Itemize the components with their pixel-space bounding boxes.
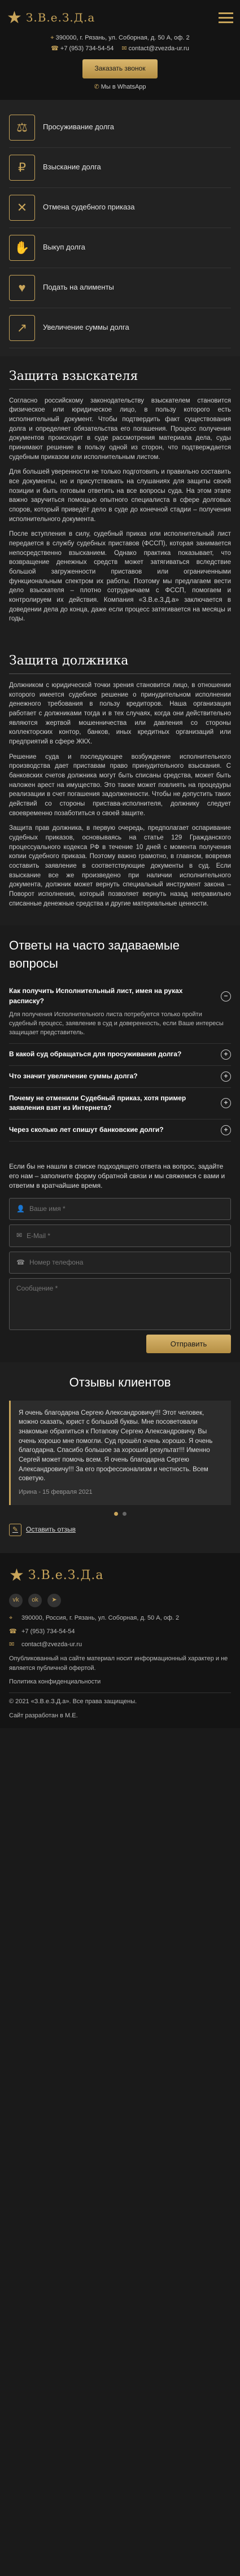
leave-review-link[interactable]: ✎ Оставить отзыв xyxy=(9,1524,231,1537)
creditor-title: Защита взыскателя xyxy=(9,368,231,390)
site-logo[interactable]: ★ З.В.е.З.Д.а xyxy=(7,6,95,30)
email-input[interactable] xyxy=(27,1231,224,1240)
faq-answer: Для получения Исполнительного листа потр… xyxy=(9,1011,224,1036)
question-form: Если бы не нашли в списке подходящего от… xyxy=(0,1152,240,1362)
reviews-section: Отзывы клиентов Я очень благодарна Серге… xyxy=(0,1362,240,1554)
email-field[interactable]: ✉ xyxy=(9,1224,231,1247)
service-item[interactable]: ↗ Увеличение суммы долга xyxy=(9,308,231,348)
footer-address: ⌖ 390000, Россия, г. Рязань, ул. Соборная… xyxy=(9,1614,231,1623)
hammer-icon: ⚖ xyxy=(9,114,35,141)
family-icon: ♥ xyxy=(9,274,35,301)
mail-icon: ✉ xyxy=(16,1231,23,1240)
user-icon: 👤 xyxy=(16,1204,25,1213)
vk-icon[interactable]: vk xyxy=(9,1593,23,1607)
slider-dot[interactable] xyxy=(122,1512,126,1516)
whatsapp-link[interactable]: ✆ Мы в WhatsApp xyxy=(7,83,233,92)
plus-icon[interactable]: + xyxy=(221,1125,231,1135)
service-label: Взыскание долга xyxy=(43,163,101,172)
star-icon: ★ xyxy=(7,8,23,28)
faq-section: Ответы на часто задаваемые вопросы Как п… xyxy=(0,925,240,1153)
faq-question: В какой суд обращаться для просуживания … xyxy=(9,1050,182,1059)
handshake-icon: ✋ xyxy=(9,234,35,261)
phone-icon: ☎ xyxy=(16,1258,25,1266)
footer-email[interactable]: ✉ contact@zvezda-ur.ru xyxy=(9,1641,231,1650)
faq-item[interactable]: Что значит увеличение суммы долга? + xyxy=(9,1066,231,1088)
mail-icon: ✉ xyxy=(9,1641,15,1648)
phone-icon: ☎ xyxy=(51,45,59,53)
copyright: © 2021 «З.В.е.З.Д.а». Все права защищены… xyxy=(9,1692,231,1707)
whatsapp-icon: ✆ xyxy=(94,83,99,90)
faq-item[interactable]: В какой суд обращаться для просуживания … xyxy=(9,1044,231,1066)
service-label: Отмена судебного приказа xyxy=(43,203,135,212)
ok-icon[interactable]: ok xyxy=(28,1593,42,1607)
plus-icon[interactable]: + xyxy=(221,1071,231,1082)
footer-disclaimer: Опубликованный на сайте материал носит и… xyxy=(9,1655,228,1672)
service-item[interactable]: ₽ Взыскание долга xyxy=(9,148,231,188)
faq-question: Как получить Исполнительный лист, имея н… xyxy=(9,987,183,1005)
submit-button[interactable]: Отправить xyxy=(146,1334,231,1353)
service-label: Выкуп долга xyxy=(43,243,85,252)
header-email[interactable]: ✉ contact@zvezda-ur.ru xyxy=(121,45,189,54)
service-label: Просуживание долга xyxy=(43,123,114,132)
telegram-icon[interactable]: ➤ xyxy=(47,1593,61,1607)
callback-button[interactable]: Заказать звонок xyxy=(82,59,158,78)
faq-item[interactable]: Как получить Исполнительный лист, имея н… xyxy=(9,981,231,1044)
phone-input[interactable] xyxy=(29,1258,224,1267)
creditor-paragraph: После вступления в силу, судебный приказ… xyxy=(9,531,231,623)
faq-item[interactable]: Почему не отменили Судебный приказ, хотя… xyxy=(9,1088,231,1119)
service-item[interactable]: ⚖ Просуживание долга xyxy=(9,108,231,148)
star-icon: ★ xyxy=(9,1565,25,1586)
footer-logo[interactable]: ★ З.В.е.З.Д.а xyxy=(9,1563,231,1588)
phone-field[interactable]: ☎ xyxy=(9,1251,231,1274)
message-input[interactable] xyxy=(16,1284,224,1324)
name-field[interactable]: 👤 xyxy=(9,1197,231,1221)
chart-up-icon: ↗ xyxy=(9,314,35,341)
form-intro: Если бы не нашли в списке подходящего от… xyxy=(9,1162,225,1190)
slider-dot[interactable] xyxy=(114,1512,118,1516)
coins-icon: ₽ xyxy=(9,154,35,181)
mail-icon: ✉ xyxy=(121,45,127,53)
plus-icon[interactable]: + xyxy=(221,1049,231,1060)
service-item[interactable]: ✋ Выкуп долга xyxy=(9,228,231,268)
message-field[interactable] xyxy=(9,1278,231,1330)
location-icon: ⌖ xyxy=(9,1614,13,1621)
debtor-section: Защита должника Должником с юридической … xyxy=(0,641,240,926)
faq-question: Что значит увеличение суммы долга? xyxy=(9,1072,138,1081)
footer-phone[interactable]: ☎ +7 (953) 734-54-54 xyxy=(9,1628,231,1637)
debtor-paragraph: Решение суда и последующее возбуждение и… xyxy=(9,753,231,817)
slider-dots xyxy=(9,1512,231,1516)
document-cancel-icon: ✕ xyxy=(9,194,35,221)
header-phone[interactable]: ☎ +7 (953) 734-54-54 xyxy=(51,45,114,54)
faq-question: Почему не отменили Судебный приказ, хотя… xyxy=(9,1094,186,1112)
review-author: Ирина - 15 февраля 2021 xyxy=(19,1489,93,1496)
service-item[interactable]: ✕ Отмена судебного приказа xyxy=(9,188,231,228)
site-footer: ★ З.В.е.З.Д.а vk ok ➤ ⌖ 390000, Россия, г… xyxy=(0,1553,240,1729)
developer-credit: Сайт разработан в М.Е. xyxy=(9,1712,78,1719)
debtor-paragraph: Должником с юридической точки зрения ста… xyxy=(9,681,231,745)
creditor-paragraph: Согласно российскому законодательству вз… xyxy=(9,397,231,461)
reviews-title: Отзывы клиентов xyxy=(69,1375,171,1389)
minus-icon[interactable]: − xyxy=(221,991,231,1001)
service-label: Увеличение суммы долга xyxy=(43,323,129,332)
faq-item[interactable]: Через сколько лет спишут банковские долг… xyxy=(9,1119,231,1142)
edit-icon: ✎ xyxy=(9,1524,21,1537)
service-item[interactable]: ♥ Подать на алименты xyxy=(9,268,231,308)
header-address: ⌖ 390000, г. Рязань, ул. Соборная, д. 50… xyxy=(50,34,190,41)
debtor-paragraph: Защита прав должника, в первую очередь, … xyxy=(9,825,231,907)
services-list: ⚖ Просуживание долга ₽ Взыскание долга ✕ Отме… xyxy=(0,99,240,356)
site-header: ★ З.В.е.З.Д.а ⌖ 390000, г. Рязань, ул. С… xyxy=(0,0,240,100)
menu-button[interactable] xyxy=(219,10,233,26)
faq-question: Через сколько лет спишут банковские долг… xyxy=(9,1125,164,1134)
service-label: Подать на алименты xyxy=(43,283,114,292)
plus-icon[interactable]: + xyxy=(221,1098,231,1109)
debtor-title: Защита должника xyxy=(9,652,231,674)
faq-title: Ответы на часто задаваемые вопросы xyxy=(9,938,180,971)
creditor-section: Защита взыскателя Согласно российскому з… xyxy=(0,356,240,641)
review-card: Я очень благодарна Сергею Александровичу… xyxy=(9,1400,231,1506)
privacy-link[interactable]: Политика конфиденциальности xyxy=(9,1677,231,1687)
phone-icon: ☎ xyxy=(9,1628,17,1635)
review-text: Я очень благодарна Сергею Александровичу… xyxy=(19,1409,213,1482)
name-input[interactable] xyxy=(29,1205,224,1213)
creditor-paragraph: Для большей уверенности не только подгот… xyxy=(9,469,231,523)
